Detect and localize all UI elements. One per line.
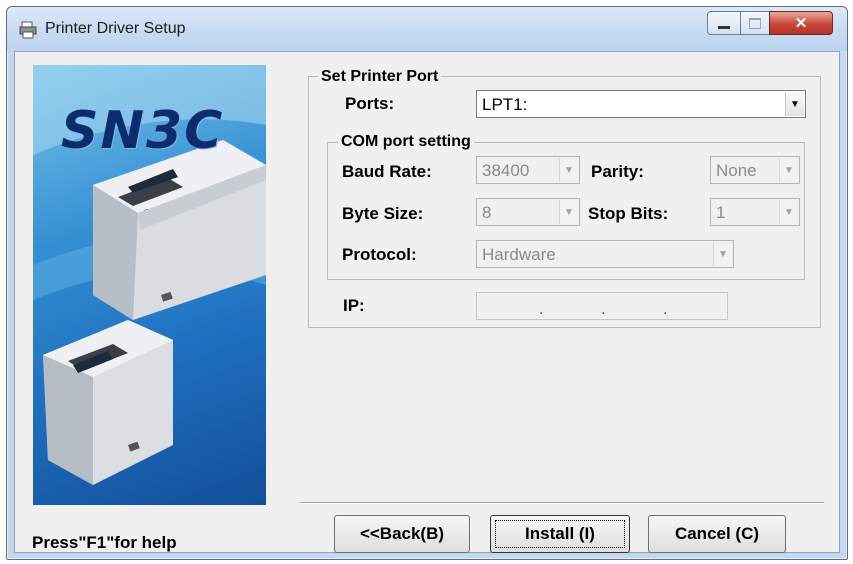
focus-rect xyxy=(495,520,625,548)
chevron-down-icon[interactable]: ▼ xyxy=(713,242,732,266)
maximize-icon xyxy=(741,12,769,34)
byte-size-value: 8 xyxy=(482,203,492,222)
byte-size-dropdown[interactable]: 8 ▼ xyxy=(476,198,580,226)
cancel-button[interactable]: Cancel (C) xyxy=(648,515,786,553)
back-button-label: <<Back(B) xyxy=(359,524,445,543)
com-port-setting-title: COM port setting xyxy=(338,133,474,151)
ports-value: LPT1: xyxy=(482,95,528,114)
chevron-down-icon[interactable]: ▼ xyxy=(559,200,578,224)
back-button[interactable]: <<Back(B) xyxy=(334,515,470,553)
baud-rate-label: Baud Rate: xyxy=(342,162,432,181)
chevron-down-icon[interactable]: ▼ xyxy=(785,92,804,116)
byte-size-label: Byte Size: xyxy=(342,204,424,223)
close-button[interactable]: ✕ xyxy=(769,11,833,35)
ip-dot-3: . xyxy=(663,301,668,318)
cancel-button-label: Cancel (C) xyxy=(674,524,760,543)
stop-bits-value: 1 xyxy=(716,203,726,222)
ports-dropdown[interactable]: LPT1: ▼ xyxy=(476,90,806,118)
maximize-button[interactable] xyxy=(740,11,770,35)
parity-dropdown[interactable]: None ▼ xyxy=(710,156,800,184)
chevron-down-icon[interactable]: ▼ xyxy=(559,158,578,182)
install-button[interactable]: Install (I) xyxy=(490,515,630,553)
baud-rate-value: 38400 xyxy=(482,161,530,180)
product-banner-image: SN3C xyxy=(33,65,266,505)
parity-value: None xyxy=(716,161,757,180)
ip-dot-2: . xyxy=(601,301,606,318)
protocol-dropdown[interactable]: Hardware ▼ xyxy=(476,240,734,268)
ip-dot-1: . xyxy=(539,301,544,318)
parity-label: Parity: xyxy=(591,162,644,181)
minimize-icon xyxy=(708,12,740,34)
stop-bits-dropdown[interactable]: 1 ▼ xyxy=(710,198,800,226)
close-icon: ✕ xyxy=(794,15,808,32)
title-bar[interactable]: Printer Driver Setup ✕ xyxy=(7,7,847,51)
chevron-down-icon[interactable]: ▼ xyxy=(779,200,798,224)
brand-logo: SN3C xyxy=(61,101,225,161)
baud-rate-dropdown[interactable]: 38400 ▼ xyxy=(476,156,580,184)
protocol-value: Hardware xyxy=(482,245,556,264)
protocol-label: Protocol: xyxy=(342,245,417,264)
chevron-down-icon[interactable]: ▼ xyxy=(779,158,798,182)
ip-address-field[interactable]: . . . xyxy=(476,292,728,320)
button-separator xyxy=(300,502,824,504)
help-hint: Press"F1"for help xyxy=(32,533,177,552)
minimize-button[interactable] xyxy=(707,11,741,35)
window-title: Printer Driver Setup xyxy=(45,20,186,37)
stop-bits-label: Stop Bits: xyxy=(588,204,669,223)
ip-label: IP: xyxy=(343,296,365,315)
printer-app-icon xyxy=(19,21,37,39)
ports-label: Ports: xyxy=(345,94,395,113)
set-printer-port-title: Set Printer Port xyxy=(318,68,442,86)
